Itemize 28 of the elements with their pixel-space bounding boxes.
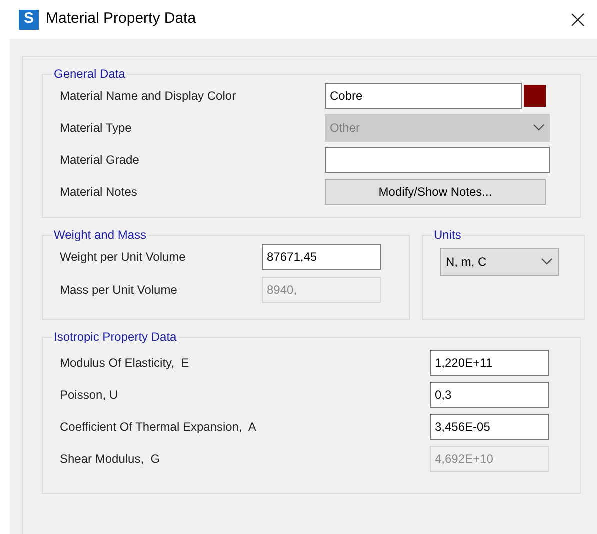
window-title: Material Property Data [46,9,196,30]
field-label: Material Name and Display Color [60,89,236,103]
chevron-down-icon [541,258,553,266]
close-icon[interactable] [571,12,585,26]
field-label: Shear Modulus, G [60,452,160,466]
units-dropdown[interactable]: N, m, C [440,248,559,276]
input-field[interactable]: 87671,45 [262,244,381,270]
group-title: Weight and Mass [53,227,148,244]
field-label: Weight per Unit Volume [60,250,186,264]
input-field[interactable] [325,147,550,173]
input-field[interactable]: Cobre [325,83,522,109]
field-label: Modulus Of Elasticity, E [60,356,190,370]
color-swatch[interactable] [524,85,546,107]
input-field[interactable]: 1,220E+11 [430,350,549,376]
field-label: Material Grade [60,153,140,167]
field-label: Material Notes [60,185,138,199]
field-label: Coefficient Of Thermal Expansion, A [60,420,256,434]
chevron-down-icon [533,124,545,132]
field-label: Mass per Unit Volume [60,283,178,297]
group-title: General Data [53,66,126,83]
field-label: Poisson, U [60,388,118,402]
field-label: Material Type [60,121,132,135]
group-title: Isotropic Property Data [53,329,178,346]
group-title: Units [433,227,462,244]
app-logo-icon: S [19,10,39,30]
notes-button[interactable]: Modify/Show Notes... [325,179,546,205]
input-field[interactable]: 3,456E-05 [430,414,549,440]
input-field[interactable]: 0,3 [430,382,549,408]
